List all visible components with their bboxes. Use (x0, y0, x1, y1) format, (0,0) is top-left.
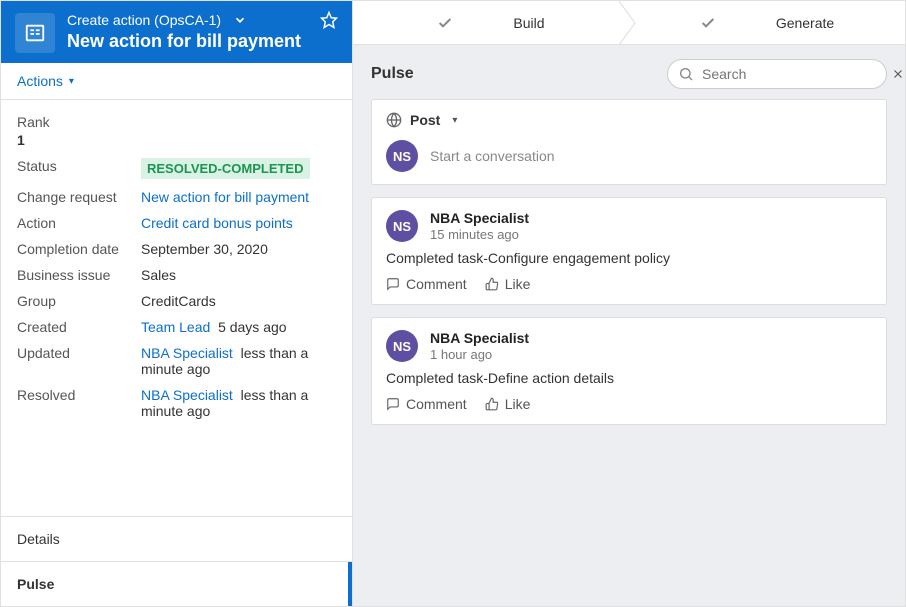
created-label: Created (17, 319, 141, 335)
action-link[interactable]: Credit card bonus points (141, 215, 293, 231)
comment-button[interactable]: Comment (386, 276, 467, 292)
feed-time: 15 minutes ago (430, 227, 529, 242)
comment-button[interactable]: Comment (386, 396, 467, 412)
created-user-link[interactable]: Team Lead (141, 319, 210, 335)
comment-icon (386, 397, 400, 411)
feed-time: 1 hour ago (430, 347, 529, 362)
status-label: Status (17, 158, 141, 179)
avatar: NS (386, 330, 418, 362)
star-icon[interactable] (320, 11, 338, 29)
comment-label: Comment (406, 396, 467, 412)
post-composer: Post ▾ NS Start a conversation (371, 99, 887, 185)
actions-menu[interactable]: Actions ▾ (17, 73, 74, 89)
created-time: 5 days ago (218, 319, 287, 335)
rank-label: Rank (17, 114, 336, 130)
avatar: NS (386, 140, 418, 172)
stepper: Build Generate (353, 1, 905, 45)
tab-pulse[interactable]: Pulse (1, 561, 352, 606)
resolved-user-link[interactable]: NBA Specialist (141, 387, 233, 403)
comment-label: Comment (406, 276, 467, 292)
chevron-down-icon[interactable] (233, 13, 247, 27)
completion-date-label: Completion date (17, 241, 141, 257)
avatar: NS (386, 210, 418, 242)
like-icon (485, 277, 499, 291)
caret-down-icon[interactable]: ▾ (452, 115, 457, 126)
resolved-label: Resolved (17, 387, 141, 419)
search-input[interactable] (702, 66, 883, 82)
change-request-link[interactable]: New action for bill payment (141, 189, 309, 205)
check-icon (700, 15, 716, 31)
like-icon (485, 397, 499, 411)
updated-label: Updated (17, 345, 141, 377)
status-badge: RESOLVED-COMPLETED (141, 158, 310, 179)
search-icon (678, 66, 694, 82)
feed-body: Completed task-Define action details (386, 370, 872, 386)
check-icon (437, 15, 453, 31)
step-generate-label: Generate (776, 15, 834, 31)
like-label: Like (505, 396, 531, 412)
step-build[interactable]: Build (353, 1, 629, 44)
feed-author[interactable]: NBA Specialist (430, 330, 529, 346)
updated-user-link[interactable]: NBA Specialist (141, 345, 233, 361)
step-generate[interactable]: Generate (629, 1, 905, 44)
group-label: Group (17, 293, 141, 309)
pulse-title: Pulse (371, 65, 655, 83)
business-issue-value: Sales (141, 267, 336, 283)
change-request-label: Change request (17, 189, 141, 205)
post-input[interactable]: Start a conversation (430, 148, 872, 164)
like-label: Like (505, 276, 531, 292)
actions-label: Actions (17, 73, 63, 89)
page-title: New action for bill payment (67, 31, 338, 52)
tab-details[interactable]: Details (1, 516, 352, 561)
feed-item: NS NBA Specialist 15 minutes ago Complet… (371, 197, 887, 305)
completion-date-value: September 30, 2020 (141, 241, 336, 257)
case-icon (15, 13, 55, 53)
feed-item: NS NBA Specialist 1 hour ago Completed t… (371, 317, 887, 425)
clear-icon[interactable] (891, 67, 905, 81)
breadcrumb[interactable]: Create action (OpsCA-1) (67, 12, 221, 28)
caret-down-icon: ▾ (69, 76, 74, 87)
group-value: CreditCards (141, 293, 336, 309)
comment-icon (386, 277, 400, 291)
action-label: Action (17, 215, 141, 231)
business-issue-label: Business issue (17, 267, 141, 283)
like-button[interactable]: Like (485, 396, 531, 412)
step-build-label: Build (513, 15, 544, 31)
rank-value: 1 (17, 132, 336, 148)
case-header: Create action (OpsCA-1) New action for b… (1, 1, 352, 63)
like-button[interactable]: Like (485, 276, 531, 292)
globe-icon[interactable] (386, 112, 402, 128)
post-label[interactable]: Post (410, 112, 440, 128)
feed-author[interactable]: NBA Specialist (430, 210, 529, 226)
feed-body: Completed task-Configure engagement poli… (386, 250, 872, 266)
search-box[interactable]: ▾ (667, 59, 887, 89)
